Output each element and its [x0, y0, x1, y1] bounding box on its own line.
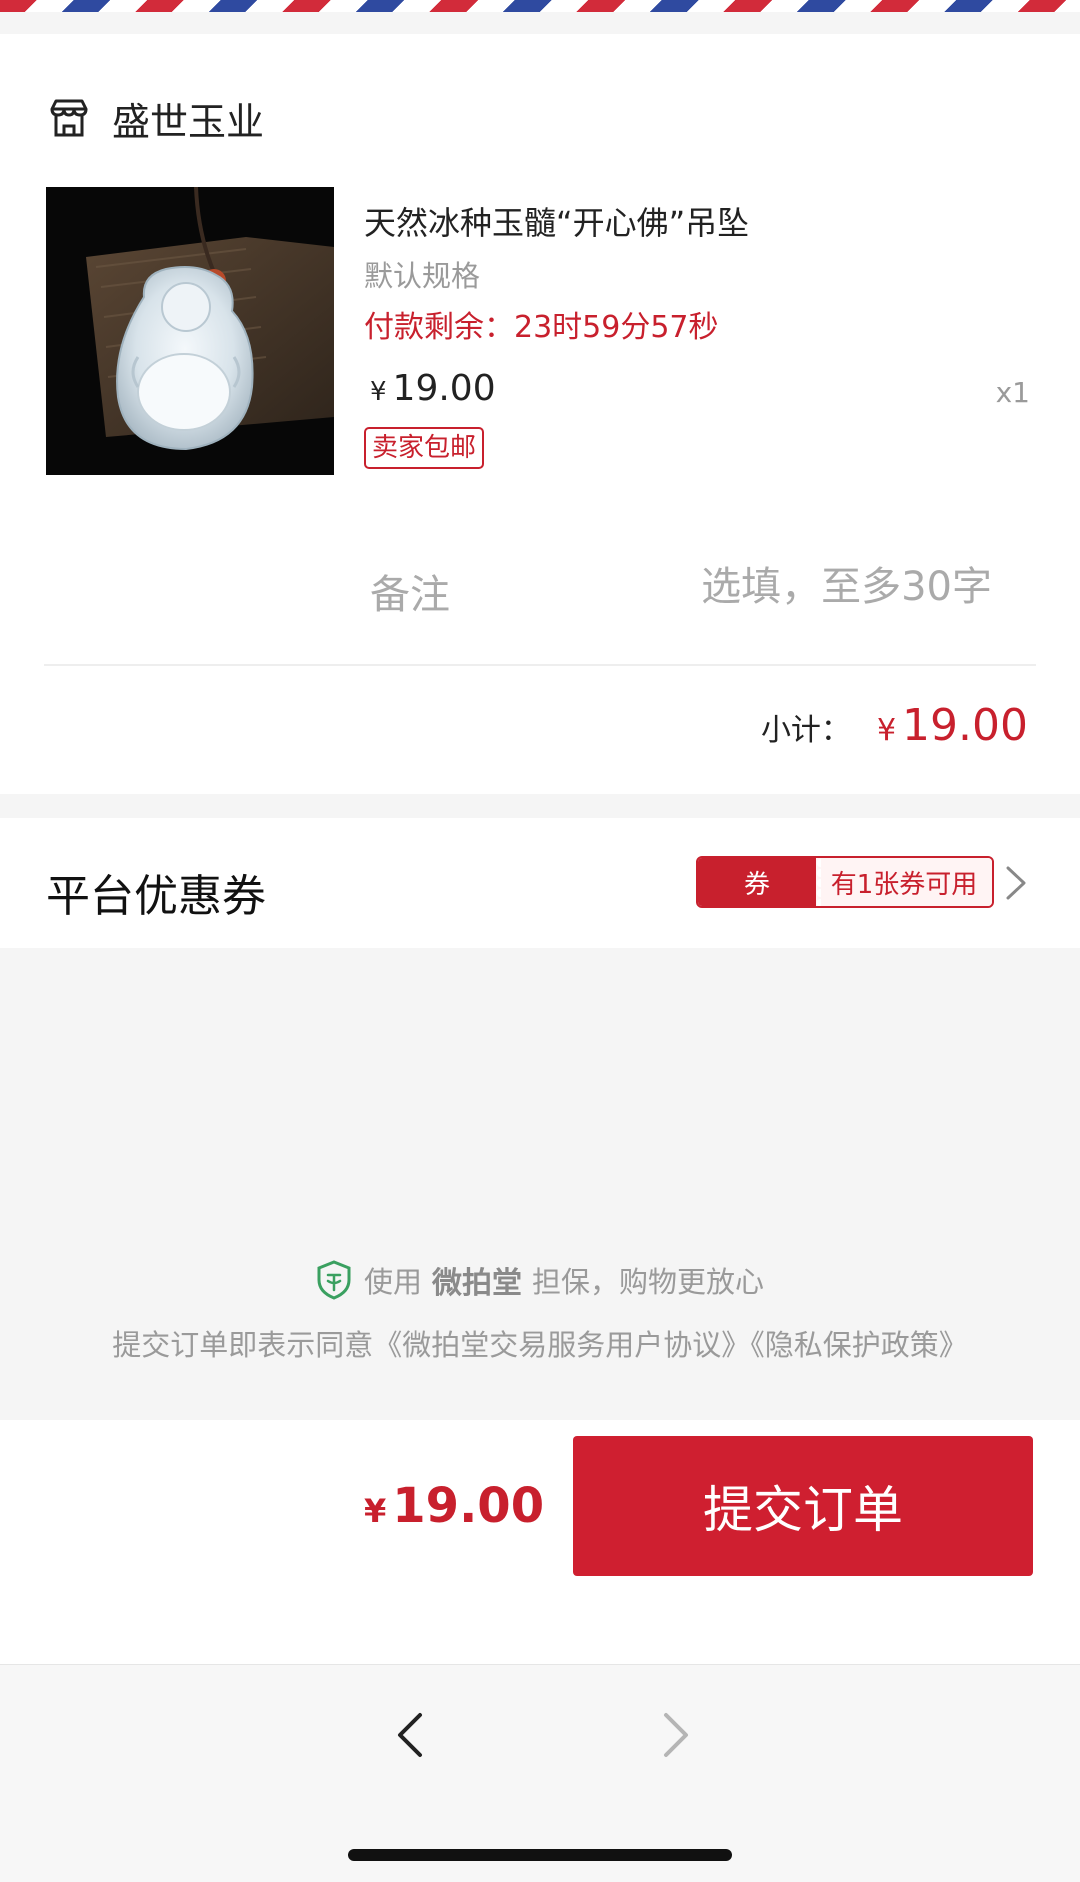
- order-total: ¥ 19.00: [364, 1478, 544, 1534]
- order-card: 盛世玉业 天然冰种玉髓“开心佛”吊坠 默认规格 付款剩余：23时59分57秒 ¥…: [0, 34, 1080, 794]
- subtotal-amount: 19.00: [902, 700, 1028, 751]
- subtotal-currency: ¥: [876, 713, 897, 748]
- product-price: ¥ 19.00: [370, 368, 496, 409]
- submit-order-button[interactable]: 提交订单: [573, 1436, 1033, 1576]
- product-title[interactable]: 天然冰种玉髓“开心佛”吊坠: [364, 198, 749, 244]
- divider: [44, 664, 1036, 666]
- remark-label: 备注: [370, 572, 450, 618]
- remark-input[interactable]: [620, 552, 992, 622]
- forward-arrow-icon[interactable]: [656, 1707, 696, 1763]
- countdown-value: 23时59分57秒: [514, 310, 719, 345]
- shop-icon: [50, 99, 88, 137]
- total-amount: 19.00: [392, 1478, 545, 1534]
- product-quantity: x1: [995, 376, 1030, 409]
- airmail-border: [0, 0, 1080, 12]
- price-value: 19.00: [392, 368, 496, 409]
- guarantee-brand: 微拍堂: [432, 1266, 522, 1301]
- shield-icon: [317, 1260, 351, 1300]
- guarantee-suffix: 担保，购物更放心: [532, 1265, 765, 1299]
- platform-coupon-row[interactable]: 平台优惠券 券 有1张券可用: [0, 818, 1080, 948]
- countdown-label: 付款剩余：: [364, 310, 514, 345]
- back-arrow-icon[interactable]: [390, 1707, 430, 1763]
- checkout-bar: ¥ 19.00 提交订单: [0, 1420, 1080, 1664]
- shop-name: 盛世玉业: [112, 99, 265, 144]
- guarantee-notice: 使用 微拍堂 担保，购物更放心: [0, 1258, 1080, 1302]
- home-indicator: [348, 1849, 732, 1861]
- coupon-title: 平台优惠券: [46, 871, 266, 922]
- total-currency: ¥: [364, 1492, 387, 1530]
- payment-countdown: 付款剩余：23时59分57秒: [364, 302, 719, 346]
- guarantee-prefix: 使用: [363, 1265, 422, 1299]
- coupon-available-tag[interactable]: 券 有1张券可用: [696, 856, 994, 908]
- subtotal: 小计： ¥ 19.00: [761, 700, 1028, 751]
- price-currency: ¥: [370, 377, 387, 407]
- agreement-text[interactable]: 提交订单即表示同意《微拍堂交易服务用户协议》《隐私保护政策》: [0, 1322, 1080, 1364]
- free-shipping-badge: 卖家包邮: [364, 427, 485, 469]
- shop-header[interactable]: 盛世玉业: [46, 88, 264, 148]
- product-thumbnail[interactable]: [46, 187, 334, 475]
- subtotal-label: 小计：: [760, 713, 851, 748]
- product-spec: 默认规格: [364, 259, 481, 293]
- chevron-right-icon[interactable]: [1002, 864, 1030, 902]
- coupon-tag-count: 有1张券可用: [816, 858, 992, 906]
- coupon-tag-label: 券: [698, 858, 821, 906]
- browser-nav-bar: [0, 1664, 1080, 1882]
